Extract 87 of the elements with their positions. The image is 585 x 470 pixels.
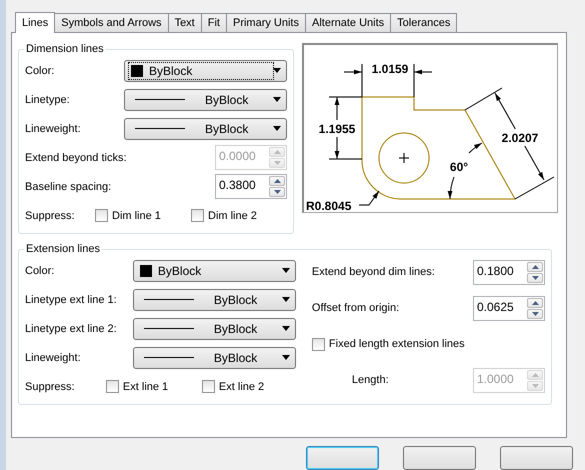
caret-icon: [282, 297, 290, 302]
dialog-button[interactable]: [306, 446, 379, 470]
up-triangle-icon: [532, 264, 538, 268]
checkbox[interactable]: Ext line 1: [106, 380, 202, 393]
tab[interactable]: Alternate Units: [305, 13, 392, 32]
tab[interactable]: Tolerances: [390, 13, 458, 32]
field-label: Suppress:: [25, 210, 75, 222]
angle-dimension-arc: [448, 142, 482, 200]
dropdown-value: ByBlock: [205, 122, 248, 136]
dimension-text: 60°: [450, 160, 468, 174]
dropdown[interactable]: ByBlock: [124, 60, 287, 82]
down-triangle-icon: [274, 161, 280, 165]
color-swatch-icon: [140, 264, 152, 276]
field-label: Length:: [352, 374, 389, 386]
dimension-text: 2.0207: [502, 131, 538, 145]
spin-down-button[interactable]: [527, 272, 543, 282]
field-label: Lineweight:: [25, 352, 81, 364]
dropdown-value: ByBlock: [205, 92, 248, 106]
caret-icon: [273, 68, 281, 73]
checkbox[interactable]: Fixed length extension lines: [312, 338, 465, 350]
dropdown-value: ByBlock: [214, 350, 258, 364]
spin-up-button[interactable]: [527, 298, 543, 308]
dialog-button[interactable]: [403, 446, 476, 470]
line-sample-icon: [144, 357, 194, 358]
tab[interactable]: Text: [168, 13, 202, 32]
field-label: Extend beyond ticks:: [25, 152, 127, 164]
line-sample-icon: [144, 328, 194, 329]
dropdown[interactable]: ByBlock: [132, 288, 296, 310]
spin-down-button[interactable]: [527, 308, 543, 318]
dropdown[interactable]: ByBlock: [132, 346, 296, 368]
dialog-button[interactable]: [500, 446, 573, 470]
caret-icon: [282, 355, 290, 360]
up-triangle-icon: [532, 372, 538, 376]
caret-icon: [273, 126, 281, 131]
caret-icon: [282, 326, 290, 331]
number-field[interactable]: 0.0625: [473, 296, 545, 320]
checkbox[interactable]: Ext line 2: [202, 380, 298, 393]
down-triangle-icon: [532, 276, 538, 280]
group-title: Extension lines: [25, 243, 101, 255]
dropdown[interactable]: ByBlock: [124, 118, 287, 140]
checkbox[interactable]: Dim line 1: [95, 209, 191, 222]
center-mark-icon: [398, 152, 410, 164]
field-label: Linetype:: [25, 94, 70, 106]
field-label: Lineweight:: [25, 122, 81, 134]
field-label: Color:: [25, 264, 54, 276]
dimension-text: 1.0159: [372, 62, 408, 76]
tab[interactable]: Lines: [15, 12, 56, 33]
tab[interactable]: Fit: [200, 13, 227, 32]
caret-icon: [282, 268, 290, 273]
field-label: Linetype ext line 2:: [25, 322, 117, 334]
tab[interactable]: Symbols and Arrows: [54, 13, 169, 32]
spin-down-button[interactable]: [269, 187, 285, 197]
dropdown-value: ByBlock: [214, 292, 258, 306]
spin-up-button[interactable]: [527, 262, 543, 272]
dimension-text: R0.8045: [306, 199, 352, 211]
field-label: Extend beyond dim lines:: [312, 266, 435, 278]
spin-up-button[interactable]: [269, 176, 285, 186]
down-triangle-icon: [532, 384, 538, 388]
group-title: Dimension lines: [25, 43, 105, 55]
up-triangle-icon: [274, 150, 280, 154]
down-triangle-icon: [274, 190, 280, 194]
number-field[interactable]: 0.3800: [215, 174, 287, 199]
number-field[interactable]: 0.1800: [473, 260, 545, 284]
dropdown-value: ByBlock: [149, 64, 192, 78]
hole-circle: [378, 132, 430, 184]
field-label: Suppress:: [25, 380, 75, 392]
dropdown[interactable]: ByBlock: [124, 88, 287, 110]
down-triangle-icon: [532, 312, 538, 316]
up-triangle-icon: [532, 300, 538, 304]
field-label: Baseline spacing:: [25, 180, 112, 192]
checkbox[interactable]: Dim line 2: [191, 209, 287, 222]
leader-line: [358, 190, 380, 206]
color-swatch-icon: [131, 64, 143, 76]
dropdown[interactable]: ByBlock: [132, 260, 296, 282]
line-sample-icon: [135, 99, 185, 100]
caret-icon: [273, 97, 281, 102]
dimension-text: 1.1955: [318, 122, 356, 136]
dropdown[interactable]: ByBlock: [132, 318, 296, 340]
field-label: Offset from origin:: [312, 302, 400, 314]
dropdown-value: ByBlock: [214, 322, 258, 336]
field-label: Linetype ext line 1:: [25, 294, 117, 306]
tab[interactable]: Primary Units: [226, 13, 306, 32]
line-sample-icon: [135, 128, 185, 129]
up-triangle-icon: [274, 179, 280, 183]
field-label: Color:: [25, 64, 54, 76]
dropdown-value: ByBlock: [158, 264, 202, 278]
line-sample-icon: [144, 299, 194, 300]
